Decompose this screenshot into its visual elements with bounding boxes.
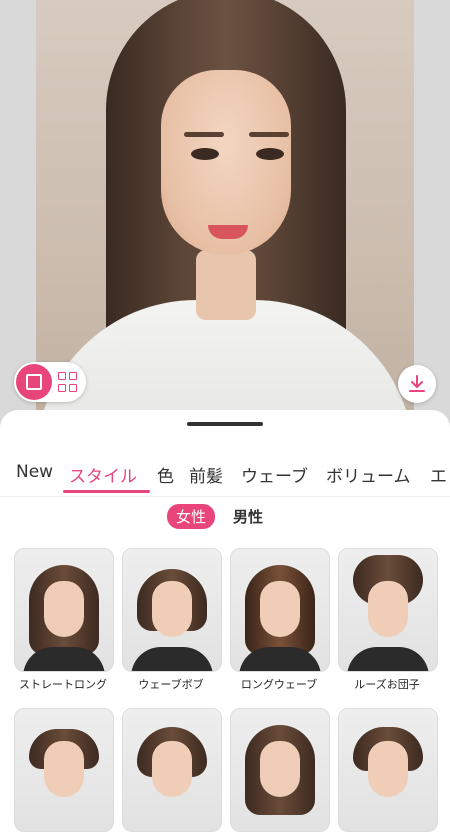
style-card-loose-bun[interactable] xyxy=(338,548,438,672)
tab-style[interactable]: スタイル xyxy=(69,462,137,487)
category-tabs: New スタイル 色 前髪 ウェーブ ボリューム エ xyxy=(0,452,450,496)
download-button[interactable] xyxy=(398,365,436,403)
style-label: ストレートロング xyxy=(19,678,107,691)
grid-view-button[interactable] xyxy=(58,372,78,392)
tab-new[interactable]: New xyxy=(16,462,53,482)
style-label: ルーズお団子 xyxy=(354,678,420,691)
gender-filter: 女性 男性 xyxy=(0,504,450,534)
tab-bangs[interactable]: 前髪 xyxy=(189,462,223,487)
style-card[interactable] xyxy=(122,708,222,832)
active-tab-indicator xyxy=(63,490,150,493)
gender-male-chip[interactable]: 男性 xyxy=(224,504,272,529)
style-sheet: New スタイル 色 前髪 ウェーブ ボリューム エ 女性 男性 ストレートロン… xyxy=(0,410,450,832)
tab-more[interactable]: エ xyxy=(430,462,447,487)
tab-wave[interactable]: ウェーブ xyxy=(241,462,308,487)
style-card[interactable] xyxy=(230,708,330,832)
view-mode-toggle xyxy=(14,362,86,402)
grid-icon xyxy=(58,372,66,380)
preview-photo xyxy=(36,0,414,440)
style-card[interactable] xyxy=(14,708,114,832)
sheet-handle[interactable] xyxy=(187,422,263,426)
style-card[interactable] xyxy=(338,708,438,832)
style-card-wave-bob[interactable] xyxy=(122,548,222,672)
single-view-button[interactable] xyxy=(16,364,52,400)
photo-preview-area xyxy=(0,0,450,440)
style-card-straight-long[interactable] xyxy=(14,548,114,672)
gender-female-chip[interactable]: 女性 xyxy=(167,504,216,529)
download-icon xyxy=(409,375,425,392)
style-label: ウェーブボブ xyxy=(138,678,204,691)
tabs-divider xyxy=(0,496,450,497)
tab-color[interactable]: 色 xyxy=(157,462,174,487)
square-icon xyxy=(26,374,42,390)
style-card-long-wave[interactable] xyxy=(230,548,330,672)
tab-volume[interactable]: ボリューム xyxy=(326,462,411,487)
style-label: ロングウェーブ xyxy=(240,678,318,691)
